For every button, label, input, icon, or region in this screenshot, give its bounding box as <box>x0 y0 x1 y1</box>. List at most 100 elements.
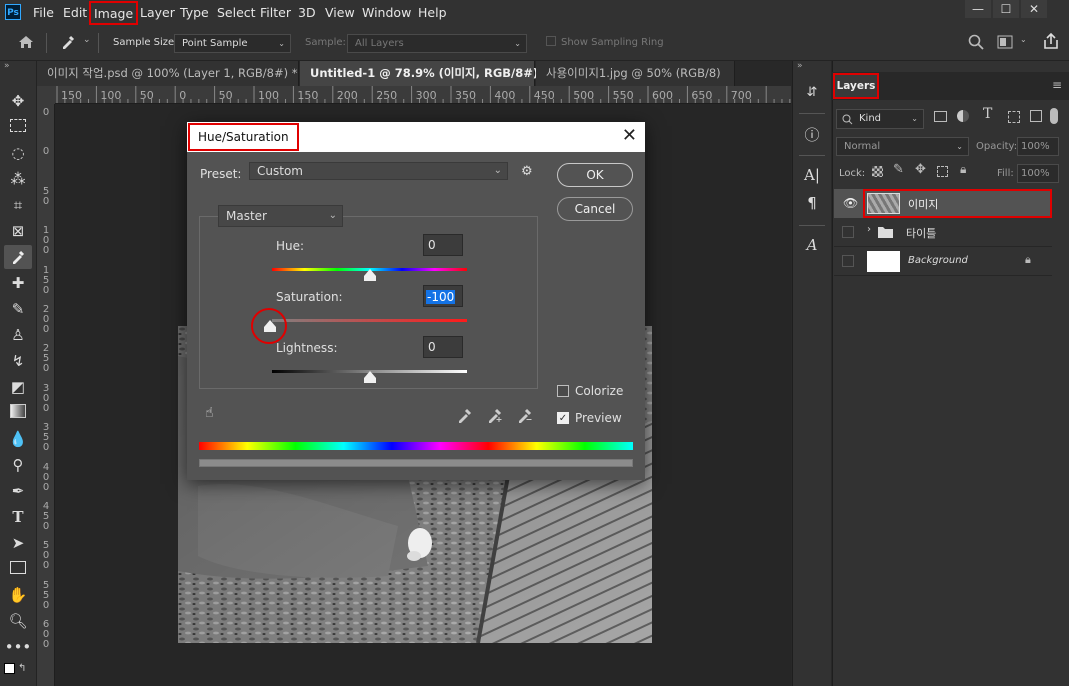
preview-checkbox[interactable]: ✓ <box>557 412 569 424</box>
layer-row-title-group[interactable]: › 타이틀 <box>834 218 1052 247</box>
filter-kind-select[interactable]: Kind ⌄ <box>836 109 924 129</box>
more-tools-icon[interactable]: ••• <box>4 635 32 659</box>
close-icon[interactable]: ✕ <box>622 126 637 146</box>
filter-toggle-icon[interactable] <box>1050 108 1058 124</box>
lightness-slider-thumb[interactable] <box>363 371 376 383</box>
menu-help[interactable]: Help <box>418 0 447 25</box>
lock-transparent-icon[interactable] <box>872 166 883 177</box>
menu-select[interactable]: Select <box>217 0 256 25</box>
home-icon[interactable] <box>18 35 34 49</box>
hand-tool-icon[interactable]: ✋ <box>4 583 32 607</box>
menu-view[interactable]: View <box>325 0 355 25</box>
info-panel-icon[interactable]: ⓘ <box>800 123 824 147</box>
blur-tool-icon[interactable]: 💧 <box>4 427 32 451</box>
clone-stamp-tool-icon[interactable]: ♙ <box>4 323 32 347</box>
tab-document-2[interactable]: Untitled-1 @ 78.9% (이미지, RGB/8#) *× <box>300 61 564 86</box>
blend-mode-select[interactable]: Normal ⌄ <box>836 137 969 156</box>
eyedropper-tool-icon[interactable] <box>4 245 32 269</box>
rectangle-tool-icon[interactable] <box>4 557 32 581</box>
eyedropper-icon[interactable] <box>457 407 473 423</box>
layer-row-image[interactable]: 👁︎ 이미지 <box>834 189 1052 218</box>
hue-slider-thumb[interactable] <box>363 269 376 281</box>
eyedropper-minus-icon[interactable] <box>517 407 533 423</box>
group-expand-chevron-icon[interactable]: › <box>867 224 871 235</box>
brush-tool-icon[interactable]: ✎ <box>4 297 32 321</box>
menu-filter[interactable]: Filter <box>260 0 291 25</box>
crop-tool-icon[interactable]: ⌗ <box>4 193 32 217</box>
dialog-title-bar[interactable]: Hue/Saturation ✕ <box>187 122 645 152</box>
lock-image-icon[interactable]: ✎ <box>893 162 904 177</box>
panel-menu-icon[interactable]: ≡ <box>1052 78 1062 92</box>
tab-document-1[interactable]: 이미지 작업.psd @ 100% (Layer 1, RGB/8#) *× <box>37 61 313 86</box>
healing-brush-tool-icon[interactable]: ✚ <box>4 271 32 295</box>
visibility-toggle[interactable] <box>842 255 854 267</box>
zoom-tool-icon[interactable]: 🔍︎ <box>4 609 32 633</box>
history-panel-icon[interactable]: ⇵ <box>800 81 824 105</box>
layer-row-background[interactable]: Background 🔒︎ <box>834 247 1052 276</box>
type-tool-icon[interactable]: T <box>4 505 32 529</box>
layer-name[interactable]: 이미지 <box>908 196 938 212</box>
lock-position-icon[interactable]: ✥ <box>915 162 926 177</box>
glyphs-panel-icon[interactable]: A <box>800 233 824 257</box>
layer-name[interactable]: 타이틀 <box>906 225 936 241</box>
path-selection-tool-icon[interactable]: ➤ <box>4 531 32 555</box>
workspace-chevron-icon[interactable]: ⌄ <box>1020 35 1027 44</box>
filter-type-icon[interactable]: T <box>983 106 992 122</box>
dodge-tool-icon[interactable]: ⚲ <box>4 453 32 477</box>
ok-button[interactable]: OK <box>557 163 633 187</box>
menu-window[interactable]: Window <box>362 0 411 25</box>
saturation-input[interactable]: -100 <box>423 285 463 307</box>
swap-colors-icon[interactable]: ↰ <box>18 663 26 674</box>
marquee-tool-icon[interactable] <box>4 115 32 139</box>
expand-dock-icon[interactable]: » <box>797 61 803 71</box>
visibility-eye-icon[interactable]: 👁︎ <box>843 196 858 210</box>
frame-tool-icon[interactable]: ⊠ <box>4 219 32 243</box>
workspace-icon[interactable] <box>997 35 1017 49</box>
filter-shape-icon[interactable] <box>1008 111 1020 123</box>
search-icon[interactable] <box>968 34 984 50</box>
saturation-slider-thumb[interactable] <box>264 320 276 332</box>
character-panel-icon[interactable]: A| <box>800 163 824 187</box>
sample-size-select[interactable]: Point Sample ⌄ <box>174 34 291 53</box>
maximize-button[interactable]: ☐ <box>993 0 1019 18</box>
lightness-input[interactable]: 0 <box>423 336 463 358</box>
filter-pixel-icon[interactable] <box>934 111 947 122</box>
minimize-button[interactable]: — <box>965 0 991 18</box>
menu-3d[interactable]: 3D <box>298 0 316 25</box>
channel-select[interactable]: Master ⌄ <box>218 205 343 227</box>
paragraph-panel-icon[interactable]: ¶ <box>800 191 824 215</box>
lock-all-icon[interactable]: 🔒︎ <box>960 162 966 177</box>
pen-tool-icon[interactable]: ✒ <box>4 479 32 503</box>
colorize-checkbox[interactable] <box>557 385 569 397</box>
preset-select[interactable]: Custom ⌄ <box>249 162 508 180</box>
filter-adjustment-icon[interactable] <box>957 110 969 122</box>
foreground-color-swatch[interactable] <box>4 663 15 674</box>
move-tool-icon[interactable]: ✥ <box>4 89 32 113</box>
tab-document-3[interactable]: 사용이미지1.jpg @ 50% (RGB/8) <box>536 61 735 86</box>
show-ring-checkbox[interactable] <box>546 36 556 46</box>
filter-smart-object-icon[interactable] <box>1030 110 1042 122</box>
close-window-button[interactable]: ✕ <box>1021 0 1047 18</box>
gear-icon[interactable]: ⚙ <box>521 164 533 179</box>
targeted-adjustment-hand-icon[interactable]: ☝ <box>205 405 214 421</box>
eyedropper-tool-icon[interactable] <box>60 34 76 50</box>
collapse-toolbar-icon[interactable]: » <box>4 61 10 71</box>
fill-input[interactable]: 100% <box>1017 164 1059 183</box>
tool-preset-chevron-icon[interactable]: ⌄ <box>83 35 91 45</box>
gradient-tool-icon[interactable] <box>4 401 32 425</box>
menu-layer[interactable]: Layer <box>140 0 175 25</box>
menu-type[interactable]: Type <box>180 0 209 25</box>
tab-layers[interactable]: Layers <box>833 73 879 99</box>
lock-artboard-icon[interactable] <box>937 166 948 177</box>
eyedropper-plus-icon[interactable] <box>487 407 503 423</box>
opacity-input[interactable]: 100% <box>1017 137 1059 156</box>
magic-wand-tool-icon[interactable]: ⁂ <box>4 167 32 191</box>
eraser-tool-icon[interactable]: ◩ <box>4 375 32 399</box>
history-brush-tool-icon[interactable]: ↯ <box>4 349 32 373</box>
sample-select[interactable]: All Layers ⌄ <box>347 34 527 53</box>
cancel-button[interactable]: Cancel <box>557 197 633 221</box>
hue-input[interactable]: 0 <box>423 234 463 256</box>
layer-name[interactable]: Background <box>908 255 968 266</box>
lasso-tool-icon[interactable]: ◌ <box>4 141 32 165</box>
menu-file[interactable]: File <box>33 0 54 25</box>
